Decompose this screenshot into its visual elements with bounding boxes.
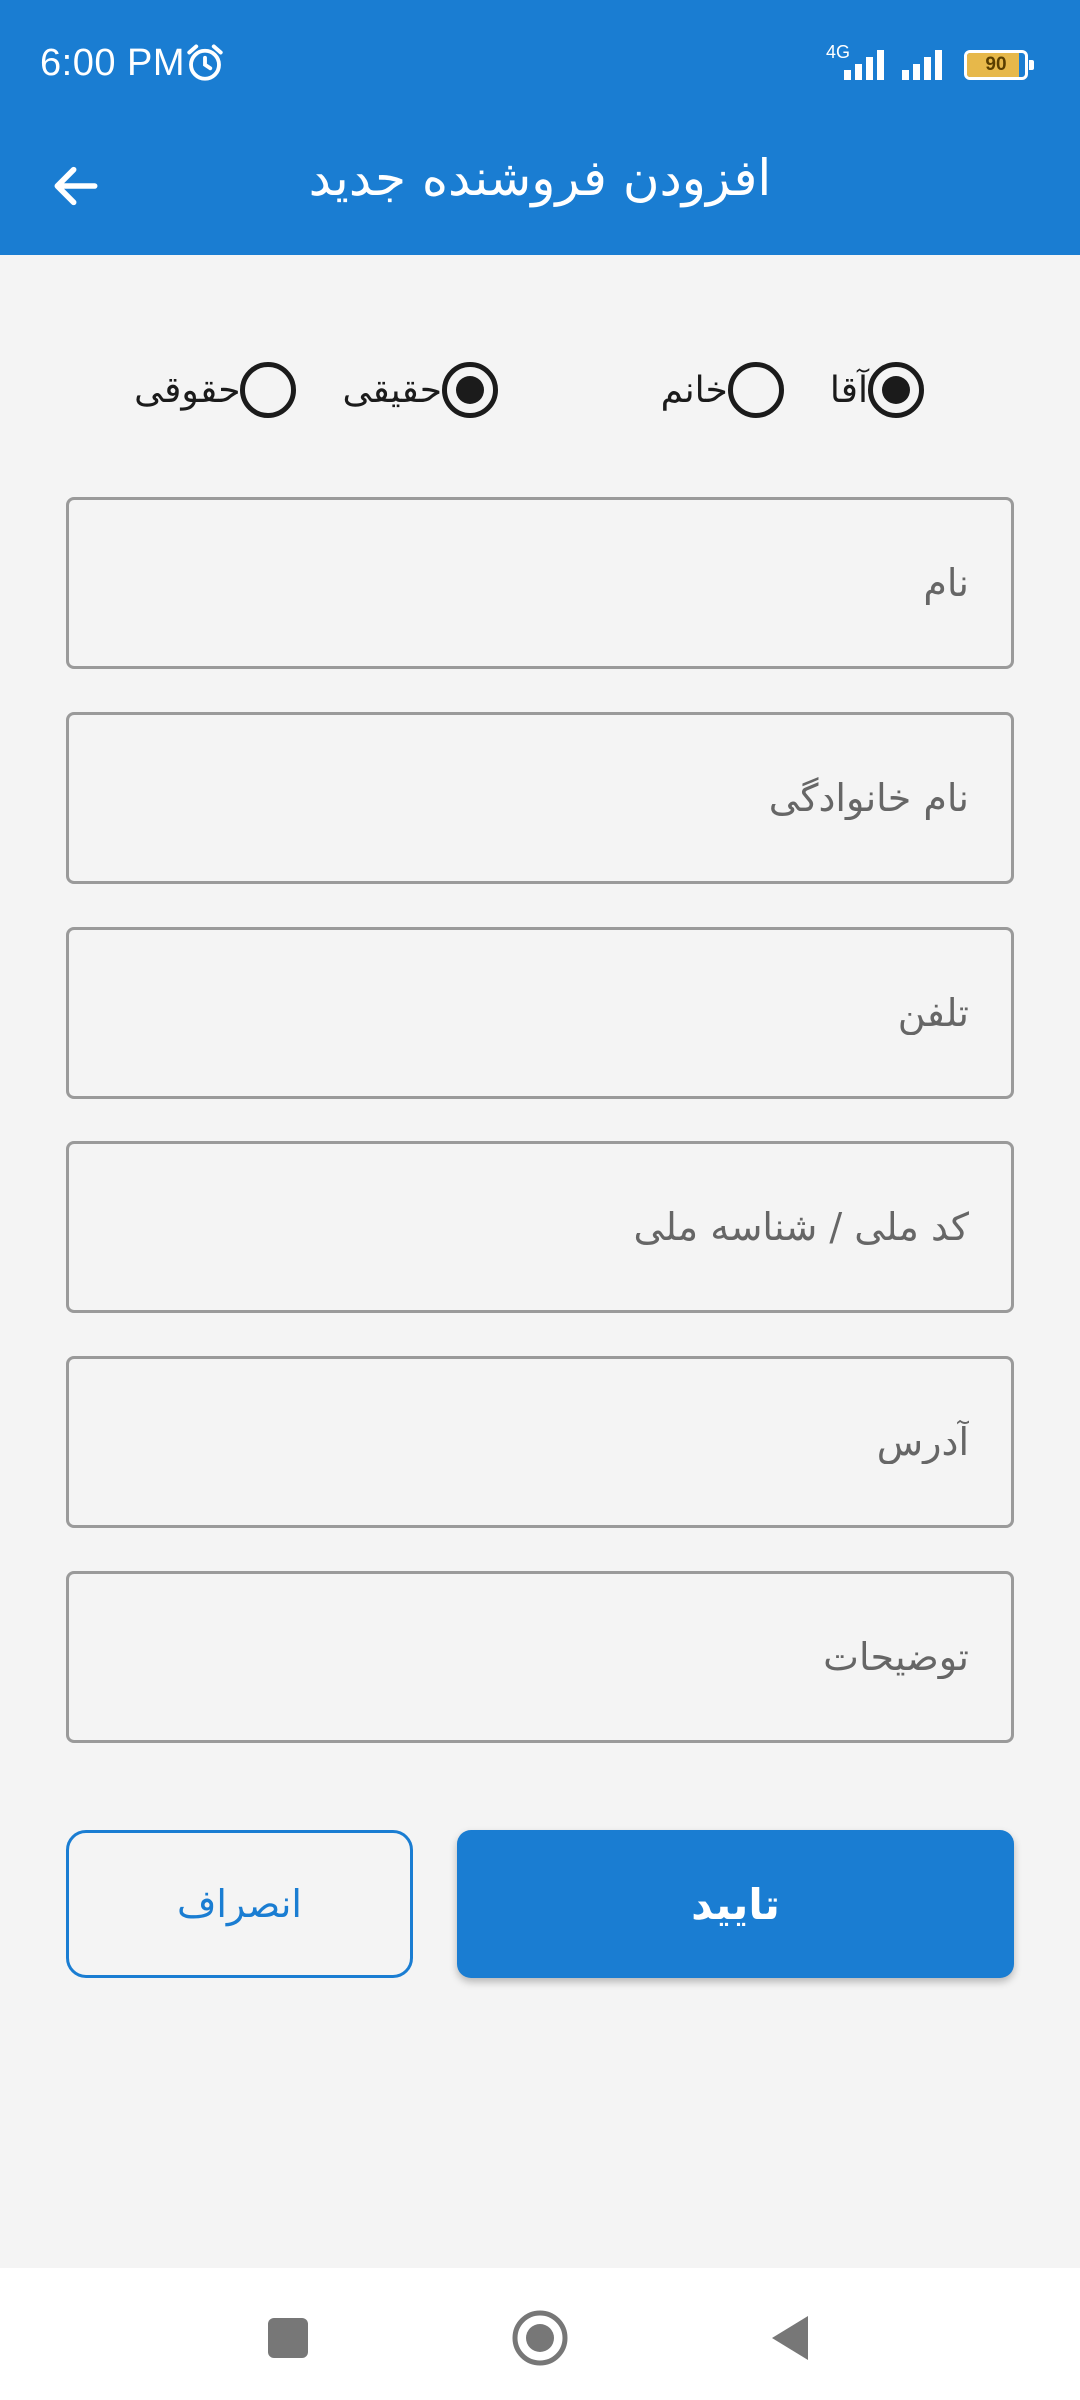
back-nav-button[interactable]	[760, 2308, 820, 2368]
arrow-left-icon	[54, 166, 98, 206]
battery-level: 90	[985, 54, 1007, 75]
national-id-input[interactable]	[69, 1144, 1011, 1310]
battery-body: 90	[964, 50, 1028, 80]
battery-tip	[1029, 60, 1034, 70]
phone-field	[66, 927, 1014, 1099]
top-bar: 6:00 PM 4G 90 افزودن فروشنده جدید	[0, 0, 1080, 255]
phone-input[interactable]	[69, 930, 1011, 1096]
radio-button-checked[interactable]	[442, 362, 498, 418]
signal-icon	[844, 50, 884, 80]
last-name-input[interactable]	[69, 715, 1011, 881]
recents-square-icon	[268, 2318, 308, 2358]
home-button[interactable]	[510, 2308, 570, 2368]
status-bar: 6:00 PM 4G 90	[0, 0, 1080, 128]
radio-button-checked[interactable]	[868, 362, 924, 418]
system-nav-bar	[0, 2268, 1080, 2400]
radio-button-unchecked[interactable]	[240, 362, 297, 418]
radio-type-natural[interactable]: حقیقی	[324, 362, 498, 418]
radio-gender-female[interactable]: خانم	[643, 362, 784, 418]
person-type-radio-group: حقیقی حقوقی	[116, 350, 498, 430]
alarm-icon	[187, 44, 223, 81]
address-field	[66, 1356, 1014, 1528]
radio-button-unchecked[interactable]	[727, 362, 784, 418]
radio-label: حقوقی	[134, 369, 241, 411]
last-name-field	[66, 712, 1014, 884]
radio-label: آقا	[829, 369, 868, 411]
recents-button[interactable]	[258, 2308, 318, 2368]
status-time: 6:00 PM	[40, 42, 186, 84]
gender-radio-group: آقا خانم	[643, 350, 924, 430]
home-circle-icon	[512, 2310, 568, 2366]
app-bar: افزودن فروشنده جدید	[0, 128, 1080, 255]
page-title: افزودن فروشنده جدید	[308, 149, 772, 207]
notes-field	[66, 1571, 1014, 1743]
first-name-input[interactable]	[69, 500, 1011, 666]
cancel-button[interactable]: انصراف	[66, 1830, 413, 1978]
radio-label: حقیقی	[342, 369, 442, 411]
back-button[interactable]	[36, 146, 116, 226]
radio-type-legal[interactable]: حقوقی	[116, 362, 297, 418]
app-screen: 6:00 PM 4G 90 افزودن فروشنده جدید آقا خا…	[0, 0, 1080, 2400]
battery-icon: 90	[964, 50, 1034, 80]
radio-label: خانم	[660, 369, 728, 411]
radio-gender-male[interactable]: آقا	[812, 362, 924, 418]
confirm-button[interactable]: تایید	[457, 1830, 1014, 1978]
first-name-field	[66, 497, 1014, 669]
national-id-field	[66, 1141, 1014, 1313]
address-input[interactable]	[69, 1359, 1011, 1525]
signal-icon	[902, 50, 942, 80]
back-triangle-icon	[772, 2316, 808, 2360]
notes-input[interactable]	[69, 1574, 1011, 1740]
